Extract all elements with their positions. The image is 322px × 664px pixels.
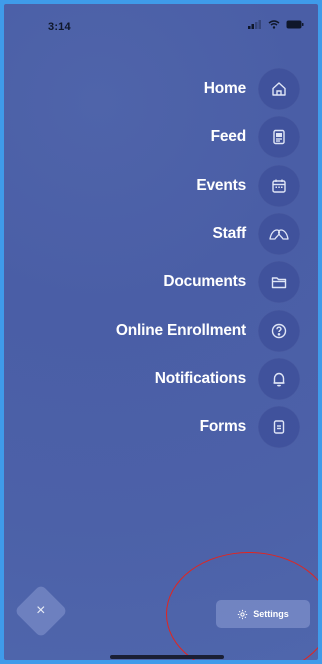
menu-item-notifications[interactable]: Notifications bbox=[4, 355, 300, 403]
folder-icon[interactable] bbox=[258, 261, 300, 304]
menu-item-label: Feed bbox=[210, 128, 247, 146]
menu-item-staff[interactable]: Staff bbox=[4, 210, 300, 258]
menu-item-label: Documents bbox=[163, 273, 246, 291]
menu-item-label: Staff bbox=[212, 225, 247, 243]
menu-item-events[interactable]: Events bbox=[4, 162, 300, 210]
menu-item-online-enrollment[interactable]: Online Enrollment bbox=[4, 306, 300, 354]
form-icon[interactable] bbox=[258, 406, 300, 449]
bell-icon[interactable] bbox=[258, 357, 300, 400]
home-icon[interactable] bbox=[258, 68, 300, 111]
feed-icon[interactable] bbox=[258, 116, 300, 159]
close-menu-button[interactable]: × bbox=[14, 584, 68, 638]
menu-item-label: Events bbox=[196, 176, 246, 194]
menu-overlay-screen: 3:14 Home Feed Events Staff Documents On… bbox=[4, 4, 318, 660]
home-indicator[interactable] bbox=[110, 655, 224, 659]
cellular-signal-icon bbox=[248, 20, 261, 29]
side-menu: Home Feed Events Staff Documents Online … bbox=[4, 65, 300, 451]
status-time: 3:14 bbox=[48, 21, 71, 33]
status-icons bbox=[248, 20, 304, 29]
menu-item-feed[interactable]: Feed bbox=[4, 113, 300, 161]
help-circle-icon[interactable] bbox=[258, 309, 300, 352]
battery-icon bbox=[286, 20, 304, 29]
menu-item-forms[interactable]: Forms bbox=[4, 403, 300, 451]
staff-icon[interactable] bbox=[258, 213, 300, 256]
wifi-icon bbox=[268, 20, 280, 29]
menu-item-label: Notifications bbox=[154, 369, 246, 387]
settings-label: Settings bbox=[253, 609, 289, 619]
settings-button[interactable]: Settings bbox=[216, 600, 310, 628]
gear-icon bbox=[238, 609, 248, 619]
close-icon: × bbox=[36, 602, 46, 619]
menu-item-documents[interactable]: Documents bbox=[4, 258, 300, 306]
menu-item-label: Home bbox=[203, 80, 246, 98]
menu-item-label: Online Enrollment bbox=[115, 321, 246, 339]
menu-item-home[interactable]: Home bbox=[4, 65, 300, 113]
calendar-icon[interactable] bbox=[258, 164, 300, 207]
menu-item-label: Forms bbox=[199, 418, 247, 436]
